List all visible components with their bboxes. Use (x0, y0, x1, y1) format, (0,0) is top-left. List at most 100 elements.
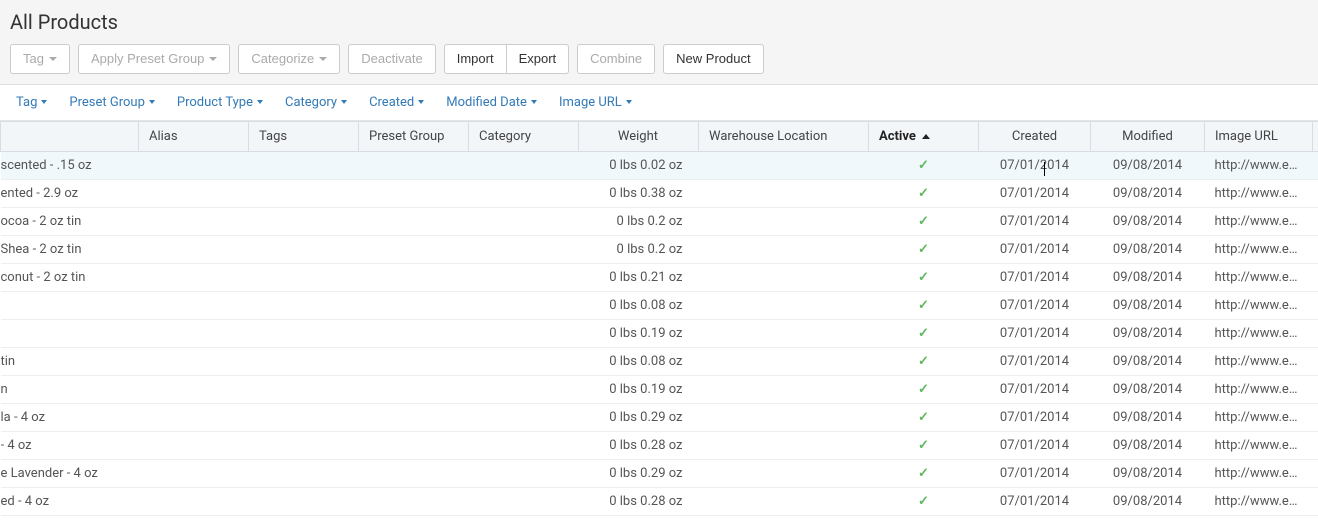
table-row[interactable]: - 4 oz0 lbs 0.28 oz✓07/01/201409/08/2014… (1, 431, 1318, 459)
cell-created: 07/01/2014 (979, 319, 1091, 347)
check-icon: ✓ (918, 298, 929, 313)
filter-preset-group[interactable]: Preset Group (69, 95, 154, 110)
cell-name: ed - 4 oz (1, 487, 139, 515)
table-row[interactable]: ented - 2.9 oz0 lbs 0.38 oz✓07/01/201409… (1, 179, 1318, 207)
cell-modified: 09/08/2014 (1091, 403, 1205, 431)
tag-button[interactable]: Tag (10, 44, 70, 74)
apply-preset-label: Apply Preset Group (91, 51, 204, 67)
cell-name: scented - .15 oz (1, 151, 139, 179)
col-header-image-url[interactable]: Image URL (1205, 121, 1313, 151)
cell-preset-group (359, 319, 469, 347)
cell-weight: 0 lbs 0.08 oz (579, 347, 699, 375)
table-row[interactable]: ed - 4 oz0 lbs 0.28 oz✓07/01/201409/08/2… (1, 487, 1318, 515)
cell-extra: 0 (1313, 459, 1318, 487)
cell-tags (249, 291, 359, 319)
deactivate-button[interactable]: Deactivate (348, 44, 435, 74)
cell-active: ✓ (869, 487, 979, 515)
cell-tags (249, 179, 359, 207)
combine-button[interactable]: Combine (577, 44, 655, 74)
col-header-category[interactable]: Category (469, 121, 579, 151)
cell-name: conut - 2 oz tin (1, 263, 139, 291)
deactivate-label: Deactivate (361, 51, 422, 67)
categorize-button[interactable]: Categorize (238, 44, 340, 74)
table-row[interactable]: la - 4 oz0 lbs 0.29 oz✓07/01/201409/08/2… (1, 403, 1318, 431)
table-row[interactable]: tin0 lbs 0.08 oz✓07/01/201409/08/2014htt… (1, 347, 1318, 375)
cell-active: ✓ (869, 179, 979, 207)
cell-preset-group (359, 375, 469, 403)
table-row[interactable]: e Lavender - 4 oz0 lbs 0.29 oz✓07/01/201… (1, 459, 1318, 487)
export-button[interactable]: Export (507, 44, 570, 74)
col-header-alias[interactable]: Alias (139, 121, 249, 151)
cell-warehouse-location (699, 459, 869, 487)
col-header-active-label: Active (879, 129, 916, 144)
cell-modified: 09/08/2014 (1091, 319, 1205, 347)
col-header-active[interactable]: Active (869, 121, 979, 151)
check-icon: ✓ (918, 214, 929, 229)
cell-image-url: http://www.eart... (1205, 487, 1313, 515)
cell-alias (139, 403, 249, 431)
table-row[interactable]: 0 lbs 0.19 oz✓07/01/201409/08/2014http:/… (1, 319, 1318, 347)
chevron-down-icon (341, 100, 347, 104)
table-row[interactable]: 0 lbs 0.08 oz✓07/01/201409/08/2014http:/… (1, 291, 1318, 319)
filter-tag[interactable]: Tag (16, 95, 47, 110)
cell-extra: 0 (1313, 319, 1318, 347)
cell-tags (249, 151, 359, 179)
cell-image-url: http://www.eart... (1205, 403, 1313, 431)
cell-category (469, 347, 579, 375)
sort-ascending-icon (922, 134, 930, 139)
chevron-down-icon (149, 100, 155, 104)
combine-label: Combine (590, 51, 642, 67)
check-icon: ✓ (918, 326, 929, 341)
cell-name (1, 291, 139, 319)
table-row[interactable]: n0 lbs 0.19 oz✓07/01/201409/08/2014http:… (1, 375, 1318, 403)
col-header-modified[interactable]: Modified (1091, 121, 1205, 151)
col-header-created[interactable]: Created (979, 121, 1091, 151)
cell-tags (249, 459, 359, 487)
cell-category (469, 235, 579, 263)
filter-image-url[interactable]: Image URL (559, 95, 632, 110)
cell-preset-group (359, 459, 469, 487)
col-header-tags[interactable]: Tags (249, 121, 359, 151)
cell-alias (139, 235, 249, 263)
apply-preset-button[interactable]: Apply Preset Group (78, 44, 230, 74)
check-icon: ✓ (918, 270, 929, 285)
filter-product-type-label: Product Type (177, 95, 253, 110)
new-product-button[interactable]: New Product (663, 44, 763, 74)
cell-warehouse-location (699, 487, 869, 515)
col-header-warehouse-location[interactable]: Warehouse Location (699, 121, 869, 151)
cell-extra: 0 (1313, 347, 1318, 375)
filter-created[interactable]: Created (369, 95, 424, 110)
caret-down-icon (319, 57, 327, 61)
cell-category (469, 403, 579, 431)
table-row[interactable]: scented - .15 oz0 lbs 0.02 oz✓07/01/2014… (1, 151, 1318, 179)
cell-name: Shea - 2 oz tin (1, 235, 139, 263)
filter-product-type[interactable]: Product Type (177, 95, 263, 110)
col-header-weight[interactable]: Weight (579, 121, 699, 151)
filter-modified-date[interactable]: Modified Date (446, 95, 537, 110)
col-header-name[interactable] (1, 121, 139, 151)
cell-tags (249, 263, 359, 291)
cell-weight: 0 lbs 0.29 oz (579, 403, 699, 431)
import-button[interactable]: Import (444, 44, 507, 74)
cell-name: tin (1, 347, 139, 375)
export-label: Export (519, 51, 557, 67)
cell-weight: 0 lbs 0.19 oz (579, 319, 699, 347)
table-row[interactable]: ocoa - 2 oz tin0 lbs 0.2 oz✓07/01/201409… (1, 207, 1318, 235)
cell-image-url: http://www.eart... (1205, 347, 1313, 375)
cell-created: 07/01/2014 (979, 487, 1091, 515)
filter-category[interactable]: Category (285, 95, 347, 110)
cell-image-url: http://www.eart... (1205, 459, 1313, 487)
check-icon: ✓ (918, 158, 929, 173)
col-header-preset-group[interactable]: Preset Group (359, 121, 469, 151)
table-row[interactable]: Shea - 2 oz tin0 lbs 0.2 oz✓07/01/201409… (1, 235, 1318, 263)
col-header-extra[interactable] (1313, 121, 1318, 151)
cell-created: 07/01/2014 (979, 151, 1091, 179)
cell-modified: 09/08/2014 (1091, 291, 1205, 319)
chevron-down-icon (41, 100, 47, 104)
cell-created: 07/01/2014 (979, 235, 1091, 263)
cell-preset-group (359, 263, 469, 291)
cell-image-url: http://www.eart... (1205, 263, 1313, 291)
page-title: All Products (10, 10, 1308, 34)
filter-tag-label: Tag (16, 95, 37, 110)
table-row[interactable]: conut - 2 oz tin0 lbs 0.21 oz✓07/01/2014… (1, 263, 1318, 291)
